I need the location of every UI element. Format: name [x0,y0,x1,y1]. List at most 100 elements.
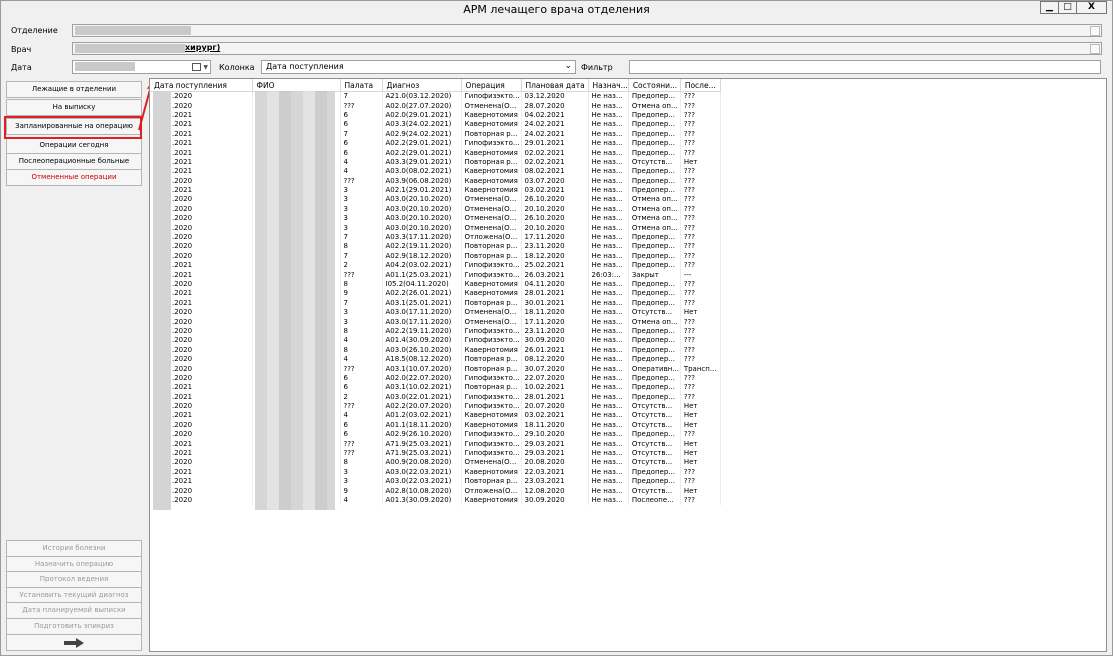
table-row[interactable]: .2021 4 A03.3(29.01.2021) Повторная р... 02.… [150,157,721,168]
table-row[interactable]: .2021 6 A02.2(29.01.2021) Кавернотомия 02.02… [150,148,721,158]
table-row[interactable]: .2020 3 A03.0(20.10.2020) Отменена(О... 20.1… [150,204,721,215]
table-cell: Отмена оп... [628,223,681,233]
table-row[interactable]: .2021 4 A03.0(08.02.2021) Кавернотомия 08.02… [150,167,721,177]
table-row[interactable]: .2021 4 A01.2(03.02.2021) Кавернотомия 03.02… [150,411,721,421]
table-cell: Предопер... [628,373,681,384]
table-row[interactable]: .2020??? A03.1(10.07.2020) Повторная р... 3… [150,364,721,374]
table-row[interactable]: .2020 3 A03.0(20.10.2020) Отменена(О... 26.1… [150,214,721,224]
table-cell: Не наз... [588,401,629,412]
table-cell: ??? [680,477,721,487]
table-cell: 9 [340,486,383,496]
table-row[interactable]: .2020 7 A03.3(17.11.2020) Отложена(О... 17.1… [150,232,721,243]
table-row[interactable]: .2020 9 A02.8(10.08.2020) Отложена(О... 12.0… [150,486,721,496]
table-cell: ??? [680,495,721,506]
column-header[interactable]: Операция [461,79,522,92]
table-row[interactable]: .2020 7 A21.0(03.12.2020) Гипофизэкто... 03.… [150,91,721,102]
table-row[interactable]: .2020??? A02.2(20.07.2020) Гипофизэкто... 2… [150,401,721,412]
table-cell: Предопер... [628,91,681,102]
table-cell: Предопер... [628,251,681,262]
department-button[interactable] [1090,26,1100,36]
table-cell: Не наз... [588,129,629,139]
chevron-down-icon[interactable]: ⌄ [564,61,572,71]
nav-operations-today[interactable]: Операции сегодня [6,137,142,154]
table-cell: ??? [680,185,721,196]
table-row[interactable]: .2020 3 A03.0(20.10.2020) Отменена(О... 20.1… [150,223,721,233]
table-row[interactable]: .2020 8 A02.2(19.11.2020) Гипофизэкто... 23.… [150,326,721,337]
table-row[interactable]: .2021??? A01.1(25.03.2021) Гипофизэкто... 2… [150,270,721,280]
nav-discharge[interactable]: На выписку [6,99,142,116]
table-row[interactable]: .2020 8 A00.9(20.08.2020) Отменена(О... 20.0… [150,458,721,468]
table-cell: Не наз... [588,148,629,158]
minimize-button[interactable]: ▁ [1040,1,1059,14]
table-cell: ??? [680,242,721,252]
table-cell: Гипофизэкто... [461,430,522,440]
table-row[interactable]: .2020 4 A01.4(30.09.2020) Гипофизэкто... 30.… [150,336,721,346]
column-header[interactable]: ФИО [252,79,341,92]
table-cell: 04.11.2020 [521,279,589,290]
close-button[interactable]: X [1076,1,1107,14]
left-panel: Лежащие в отделении На выписку Запланиро… [6,79,142,651]
table-row[interactable]: .2021 9 A02.2(26.01.2021) Кавернотомия 28.01… [150,289,721,299]
doctor-button[interactable] [1090,44,1100,54]
table-row[interactable]: .2020 3 A03.0(17.11.2020) Отменена(О... 18.1… [150,307,721,318]
column-header[interactable]: Палата [340,79,383,92]
table-cell: Предопер... [628,298,681,308]
column-select[interactable]: Дата поступления ⌄ [261,60,576,74]
table-row[interactable]: .2020 8 A03.0(26.10.2020) Кавернотомия 26.01… [150,345,721,355]
table-row[interactable]: .2021 6 A02.0(29.01.2021) Кавернотомия 04.02… [150,110,721,121]
column-header[interactable]: После... [680,79,721,92]
table-cell: Не наз... [588,261,629,271]
table-row[interactable]: .2021 2 A03.0(22.01.2021) Гипофизэкто... 28.… [150,392,721,402]
table-row[interactable]: .2021 3 A03.0(22.03.2021) Кавернотомия 22.03… [150,467,721,478]
filter-input[interactable] [629,60,1101,74]
maximize-button[interactable]: □ [1058,1,1077,14]
table-row[interactable]: .2021 6 A02.2(29.01.2021) Гипофизэкто... 29.… [150,138,721,149]
table-row[interactable]: .2021??? A71.9(25.03.2021) Гипофизэкто... 2… [150,448,721,459]
doctor-field[interactable]: хирург) [72,42,1102,55]
column-header[interactable]: Назнач... [588,79,629,92]
action-prepare-epicrisis[interactable]: Подготовить эпикриз [6,618,142,635]
table-row[interactable]: .2021 6 A03.1(10.02.2021) Повторная р... 10.… [150,383,721,393]
action-discharge-date[interactable]: Дата планируемой выписки [6,602,142,619]
table-row[interactable]: .2020 3 A03.0(17.11.2020) Отменена(О... 17.1… [150,317,721,327]
table-row[interactable]: .2020 3 A03.0(20.10.2020) Отменена(О... 26.1… [150,195,721,205]
table-cell: Отсутств... [628,307,681,318]
table-row[interactable]: .2021??? A71.9(25.03.2021) Гипофизэкто... 2… [150,439,721,449]
table-row[interactable]: .2021 3 A03.0(22.03.2021) Повторная р... 23.… [150,477,721,487]
table-cell: A03.0(17.11.2020) [382,307,462,318]
table-row[interactable]: .2020 7 A02.9(18.12.2020) Повторная р... 18.… [150,251,721,262]
table-row[interactable]: .2020 6 A01.1(18.11.2020) Кавернотомия 18.11… [150,420,721,431]
table-cell: 7 [340,129,383,139]
table-row[interactable]: .2020 6 A02.0(22.07.2020) Гипофизэкто... 22.… [150,373,721,384]
nav-inpatients[interactable]: Лежащие в отделении [6,81,142,98]
table-row[interactable]: .2020 8 I05.2(04.11.2020) Кавернотомия 04.11… [150,279,721,290]
table-row[interactable]: .2020 8 A02.2(19.11.2020) Повторная р... 23.… [150,242,721,252]
table-row[interactable]: .2021 6 A03.3(24.02.2021) Кавернотомия 24.02… [150,120,721,130]
department-field[interactable] [72,24,1102,37]
table-row[interactable]: .2021 3 A02.1(29.01.2021) Кавернотомия 03.02… [150,185,721,196]
nav-cancelled-operations[interactable]: Отмененные операции [6,169,142,186]
table-row[interactable]: .2020 6 A02.9(26.10.2020) Гипофизэкто... 29.… [150,430,721,440]
table-row[interactable]: .2021 7 A02.9(24.02.2021) Повторная р... 24.… [150,129,721,139]
column-header[interactable]: Дата поступления [150,79,253,92]
table-cell: ??? [680,251,721,262]
table-cell: Не наз... [588,176,629,186]
calendar-icon[interactable] [192,63,201,71]
action-medical-history[interactable]: История болезни [6,540,142,557]
nav-postoperative[interactable]: Послеоперационные больные [6,153,142,170]
next-button[interactable] [6,634,142,651]
date-field[interactable]: ▼ [72,60,211,74]
table-row[interactable]: .2021 2 A04.2(03.02.2021) Гипофизэкто... 25.… [150,261,721,271]
action-management-protocol[interactable]: Протокол ведения [6,571,142,588]
table-row[interactable]: .2020 4 A18.5(08.12.2020) Повторная р... 08.… [150,354,721,365]
column-header[interactable]: Диагноз [382,79,462,92]
chevron-down-icon[interactable]: ▼ [203,64,208,71]
table-row[interactable]: .2020??? A03.9(06.08.2020) Кавернотомия 03.… [150,176,721,186]
table-cell: Предопер... [628,138,681,149]
table-row[interactable]: .2021 7 A03.1(25.01.2021) Повторная р... 30.… [150,298,721,308]
table-cell: ??? [680,204,721,215]
column-header[interactable]: Состояни... [628,79,681,92]
table-row[interactable]: .2020??? A02.0(27.07.2020) Отменена(О... 28… [150,101,721,111]
column-header[interactable]: Плановая дата [521,79,589,92]
table-row[interactable]: .2020 4 A01.3(30.09.2020) Кавернотомия 30.09… [150,495,721,506]
